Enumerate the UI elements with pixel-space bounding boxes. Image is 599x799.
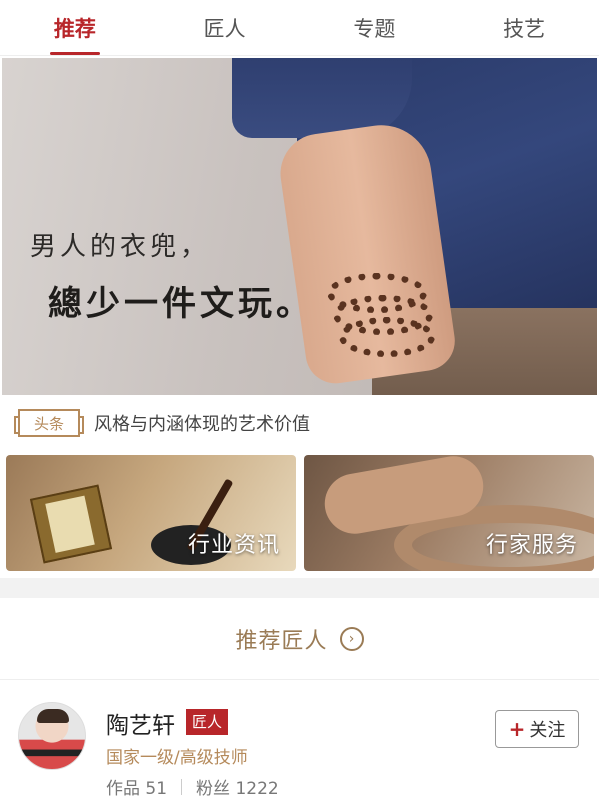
headline-news-bar[interactable]: 头条 风格与内涵体现的艺术价值 — [0, 397, 599, 449]
feature-cards: 行业资讯 行家服务 — [6, 455, 594, 571]
industry-news-card[interactable]: 行业资讯 — [6, 455, 296, 571]
tab-topics[interactable]: 专题 — [300, 0, 450, 55]
works-count: 作品 51 — [106, 779, 168, 799]
artisan-stats: 作品 51 粉丝 1222 — [106, 774, 279, 799]
recommend-artisans-header[interactable]: 推荐匠人 › — [0, 598, 599, 680]
section-divider — [0, 578, 599, 598]
plus-icon: + — [508, 717, 526, 741]
artisan-name: 陶艺轩 — [106, 713, 175, 739]
tab-crafts[interactable]: 技艺 — [449, 0, 599, 55]
banner-headline-line2: 總少一件文玩。 — [48, 284, 314, 324]
hero-banner[interactable]: 男人的衣兜， 總少一件文玩。 — [2, 58, 597, 395]
artisan-title: 国家一级/高级技师 — [106, 748, 248, 768]
avatar[interactable] — [18, 702, 86, 770]
tab-recommend[interactable]: 推荐 — [0, 0, 150, 55]
artisan-badge: 匠人 — [186, 709, 229, 735]
artisan-list-item[interactable]: 陶艺轩 匠人 国家一级/高级技师 作品 51 粉丝 1222 + 关注 — [0, 690, 599, 799]
follow-button[interactable]: + 关注 — [495, 710, 579, 748]
card-label: 行家服务 — [485, 533, 578, 558]
tab-label: 技艺 — [503, 16, 546, 41]
bead-bracelet-image — [327, 273, 437, 368]
top-tab-bar: 推荐 匠人 专题 技艺 — [0, 0, 599, 56]
book-image — [29, 484, 113, 564]
follow-label: 关注 — [529, 720, 566, 741]
expert-service-card[interactable]: 行家服务 — [304, 455, 594, 571]
headline-badge: 头条 — [14, 409, 84, 437]
tab-artisans[interactable]: 匠人 — [150, 0, 300, 55]
fans-count: 粉丝 1222 — [196, 779, 279, 799]
tab-label: 匠人 — [203, 16, 246, 41]
tab-label: 专题 — [353, 16, 396, 41]
card-label: 行业资讯 — [187, 533, 280, 558]
stat-divider — [181, 778, 183, 795]
section-title: 推荐匠人 — [235, 628, 328, 654]
banner-headline-line1: 男人的衣兜， — [30, 232, 211, 262]
chevron-right-circle-icon: › — [339, 626, 364, 651]
tab-label: 推荐 — [53, 16, 96, 41]
headline-text: 风格与内涵体现的艺术价值 — [94, 414, 310, 435]
bead-ring — [339, 317, 435, 357]
